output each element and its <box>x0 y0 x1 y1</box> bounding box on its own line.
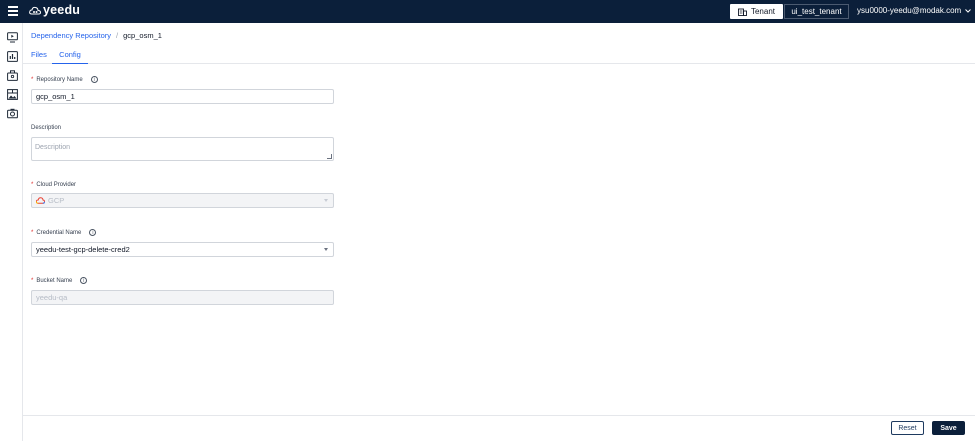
chevron-down-icon[interactable] <box>324 248 328 251</box>
breadcrumb-current: gcp_osm_1 <box>123 31 162 40</box>
credential-name-select[interactable]: yeedu-test-gcp-delete-cred2 <box>31 242 334 257</box>
tab-files[interactable]: Files <box>31 50 47 64</box>
tab-bar: Files Config <box>23 50 975 64</box>
gcp-cloud-icon <box>36 197 45 204</box>
sidebar <box>0 23 23 441</box>
logo-text: yeedu <box>43 3 81 17</box>
camera-icon[interactable] <box>7 108 18 119</box>
tenant-name[interactable]: ui_test_tenant <box>784 4 849 19</box>
info-icon[interactable]: i <box>90 76 98 83</box>
user-email: ysu0000-yeedu@modak.com <box>857 6 962 15</box>
cloud-provider-value: GCP <box>48 196 65 205</box>
cloud-provider-label-text: Cloud Provider <box>36 182 77 188</box>
bucket-name-input: yeedu-qa <box>31 290 334 305</box>
breadcrumb-separator: / <box>116 31 119 40</box>
required-marker: * <box>31 229 34 236</box>
cloud-logo-icon <box>29 6 41 14</box>
repository-name-input[interactable]: gcp_osm_1 <box>31 89 334 104</box>
breadcrumb-parent-link[interactable]: Dependency Repository <box>31 31 111 40</box>
top-bar: yeedu Tenant ui_test_tenant ysu0000-yeed… <box>0 0 975 23</box>
repository-name-label: * Repository Name i <box>31 76 98 83</box>
tenant-button-label: Tenant <box>750 7 776 16</box>
description-label: Description <box>31 125 61 131</box>
description-textarea[interactable]: Description <box>31 137 334 161</box>
cloud-provider-select: GCP <box>31 193 334 208</box>
user-menu[interactable]: ysu0000-yeedu@modak.com <box>857 6 972 15</box>
required-marker: * <box>31 182 34 188</box>
briefcase-icon[interactable] <box>7 70 18 81</box>
description-placeholder: Description <box>35 144 71 151</box>
chevron-down-icon <box>965 8 972 13</box>
bucket-name-label: * Bucket Name i <box>31 277 88 284</box>
tenant-switcher: Tenant ui_test_tenant <box>730 4 849 19</box>
chevron-down-icon <box>324 199 328 202</box>
credential-name-label-text: Credential Name <box>36 229 82 236</box>
required-marker: * <box>31 76 34 83</box>
repository-name-label-text: Repository Name <box>36 76 83 83</box>
tab-config[interactable]: Config <box>52 50 88 64</box>
info-icon[interactable]: i <box>89 229 97 236</box>
info-icon[interactable]: i <box>80 277 88 284</box>
tenant-button[interactable]: Tenant <box>730 4 783 19</box>
description-label-text: Description <box>31 125 62 131</box>
save-button[interactable]: Save <box>932 421 965 435</box>
credential-name-label: * Credential Name i <box>31 229 97 236</box>
bucket-name-label-text: Bucket Name <box>36 277 73 284</box>
cloud-provider-label: * Cloud Provider <box>31 182 76 188</box>
hamburger-menu-icon[interactable] <box>8 6 18 16</box>
required-marker: * <box>31 277 34 284</box>
footer-bar <box>23 415 975 441</box>
breadcrumb: Dependency Repository / gcp_osm_1 <box>31 31 162 40</box>
credential-name-value: yeedu-test-gcp-delete-cred2 <box>36 245 130 254</box>
logo[interactable]: yeedu <box>29 3 80 17</box>
resize-handle-icon[interactable] <box>327 154 332 159</box>
image-grid-icon[interactable] <box>7 89 18 100</box>
reset-button[interactable]: Reset <box>891 421 924 435</box>
chart-icon[interactable] <box>7 51 18 62</box>
monitor-icon[interactable] <box>7 32 18 43</box>
building-icon <box>738 8 747 16</box>
